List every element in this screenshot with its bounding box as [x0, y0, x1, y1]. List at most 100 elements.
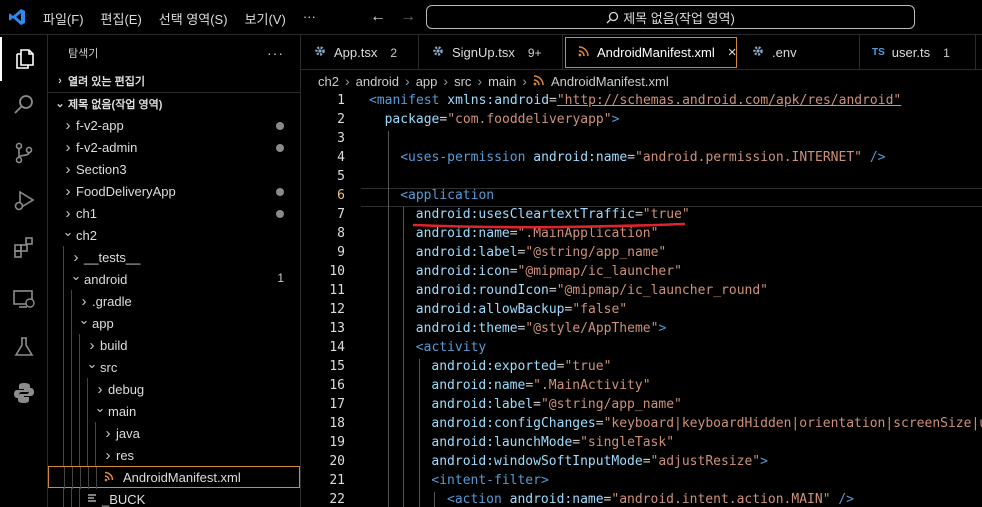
- search-text: 제목 없음(작업 영역): [623, 10, 735, 26]
- open-editors-label: 열려 있는 편집기: [68, 76, 145, 88]
- explorer-icon[interactable]: [0, 37, 48, 81]
- breadcrumb-item[interactable]: android: [356, 74, 399, 89]
- close-icon[interactable]: ×: [728, 44, 737, 61]
- line-number: 10: [329, 264, 345, 279]
- python-icon[interactable]: [0, 371, 48, 415]
- folder-item[interactable]: › res: [48, 444, 300, 466]
- indent-guide: [79, 422, 80, 444]
- indent-guide: [63, 400, 64, 422]
- code-token: "@mipmap/ic_launcher": [517, 264, 682, 279]
- code-token: android:label: [431, 397, 534, 412]
- chevron-right-icon: ›: [65, 182, 71, 200]
- testing-icon[interactable]: [0, 325, 48, 369]
- code-token: "true": [564, 359, 612, 374]
- tree-item-label: __tests__: [84, 249, 141, 265]
- vscode-logo-icon: [9, 9, 25, 25]
- breadcrumb-item[interactable]: ch2: [318, 74, 339, 89]
- folder-item[interactable]: › debug: [48, 378, 300, 400]
- source-control-icon[interactable]: [0, 131, 48, 175]
- chevron-right-icon: ›: [65, 116, 71, 134]
- folder-item[interactable]: › java: [48, 422, 300, 444]
- code-token: <manifest: [369, 93, 440, 108]
- tree-item-label: ch1: [76, 205, 97, 221]
- code-token: "@string/app_name": [540, 397, 682, 412]
- tree-item-label: ch2: [76, 227, 97, 243]
- line-number: 19: [329, 435, 345, 450]
- command-center-search[interactable]: 제목 없음(작업 영역): [426, 5, 915, 29]
- tab-env[interactable]: .env: [739, 35, 860, 70]
- code-text: android:configChanges="keyboard|keyboard…: [431, 416, 982, 431]
- breadcrumb-item[interactable]: main: [488, 74, 516, 89]
- explorer-header: 탐색기 ···: [48, 35, 300, 70]
- code-editor[interactable]: 1 <manifest xmlns:android="http://schemas…: [301, 92, 982, 507]
- folder-item[interactable]: › f-v2-app: [48, 114, 300, 136]
- code-token: android:label: [415, 245, 518, 260]
- indent-guide: [87, 378, 88, 400]
- problem-count: 2: [390, 45, 398, 60]
- tab-userts[interactable]: TS user.ts 1: [860, 35, 976, 70]
- menu-item[interactable]: 선택 영역(S): [159, 9, 228, 28]
- activity-bar: [0, 35, 48, 507]
- tree-item-label: .gradle: [92, 293, 132, 309]
- rss-icon: [101, 469, 117, 486]
- code-token: android:icon: [415, 264, 510, 279]
- tree-item-label: AndroidManifest.xml: [123, 469, 241, 485]
- line-number: 8: [337, 226, 345, 241]
- code-text: android:theme="@style/AppTheme">: [416, 321, 666, 336]
- tab-apptsx[interactable]: App.tsx 2: [301, 35, 419, 70]
- file-tree: › f-v2-app › f-v2-admin › Section3 › FoodDelive…: [48, 114, 300, 507]
- tree-item-label: f-v2-admin: [76, 139, 138, 155]
- indent-guide: [63, 422, 64, 444]
- more-actions-icon[interactable]: ···: [267, 45, 284, 61]
- folder-item[interactable]: ⌄ main: [48, 400, 300, 422]
- menu-item[interactable]: 편집(E): [101, 9, 142, 28]
- folder-item[interactable]: › f-v2-admin: [48, 136, 300, 158]
- back-arrow-icon[interactable]: ←: [370, 8, 386, 26]
- folder-item[interactable]: ⌄ app: [48, 312, 300, 334]
- folder-item[interactable]: ⌄ src: [48, 356, 300, 378]
- breadcrumb-item[interactable]: src: [454, 74, 471, 89]
- line-number: 7: [337, 207, 345, 222]
- file-item[interactable]: AndroidManifest.xml: [48, 466, 300, 489]
- tab-androidmanifestxml[interactable]: AndroidManifest.xml ×: [565, 37, 737, 68]
- indent-guide: [80, 467, 81, 489]
- line-number: 3: [337, 131, 345, 146]
- folder-item[interactable]: ⌄ ch2: [48, 224, 300, 246]
- code-token: "adjustResize": [650, 454, 761, 469]
- indent-guide: [79, 400, 80, 422]
- folder-item[interactable]: › build: [48, 334, 300, 356]
- folder-item[interactable]: ⌄ android 1: [48, 268, 300, 290]
- folder-item[interactable]: › Section3: [48, 158, 300, 180]
- open-editors-section[interactable]: › 열려 있는 편집기: [48, 70, 300, 92]
- typescript-icon: TS: [872, 47, 885, 58]
- extensions-icon[interactable]: [0, 225, 48, 269]
- workspace-section[interactable]: ⌄ 제목 없음(작업 영역): [48, 92, 300, 114]
- breadcrumb-item[interactable]: app: [416, 74, 438, 89]
- workspace-label: 제목 없음(작업 영역): [68, 98, 163, 111]
- run-debug-icon[interactable]: [0, 179, 48, 223]
- tree-item-label: FoodDeliveryApp: [76, 183, 176, 199]
- code-text: <intent-filter>: [431, 473, 548, 488]
- line-number: 16: [329, 378, 345, 393]
- folder-item[interactable]: › ch1: [48, 202, 300, 224]
- folder-item[interactable]: › __tests__: [48, 246, 300, 268]
- search-icon[interactable]: [0, 83, 48, 127]
- folder-item[interactable]: › FoodDeliveryApp: [48, 180, 300, 202]
- chevron-right-icon: ›: [405, 73, 410, 89]
- code-token: android:allowBackup: [415, 302, 565, 317]
- indent-guide: [387, 131, 389, 507]
- menu-item[interactable]: 보기(V): [245, 9, 286, 28]
- forward-arrow-icon[interactable]: →: [400, 8, 416, 26]
- menu-item[interactable]: 파일(F): [43, 9, 84, 28]
- chevron-right-icon: ›: [522, 73, 527, 89]
- indent-guide: [71, 312, 72, 334]
- folder-item[interactable]: › .gradle: [48, 290, 300, 312]
- modified-dot-icon: [276, 210, 284, 218]
- indent-guide: [79, 334, 80, 356]
- code-line: 6 <application: [301, 188, 982, 207]
- file-item[interactable]: _BUCK: [48, 488, 300, 507]
- remote-explorer-icon[interactable]: [0, 277, 48, 321]
- tab-signuptsx[interactable]: SignUp.tsx 9+: [419, 35, 563, 70]
- menu-item[interactable]: ···: [303, 9, 316, 28]
- breadcrumb-item[interactable]: AndroidManifest.xml: [551, 74, 669, 89]
